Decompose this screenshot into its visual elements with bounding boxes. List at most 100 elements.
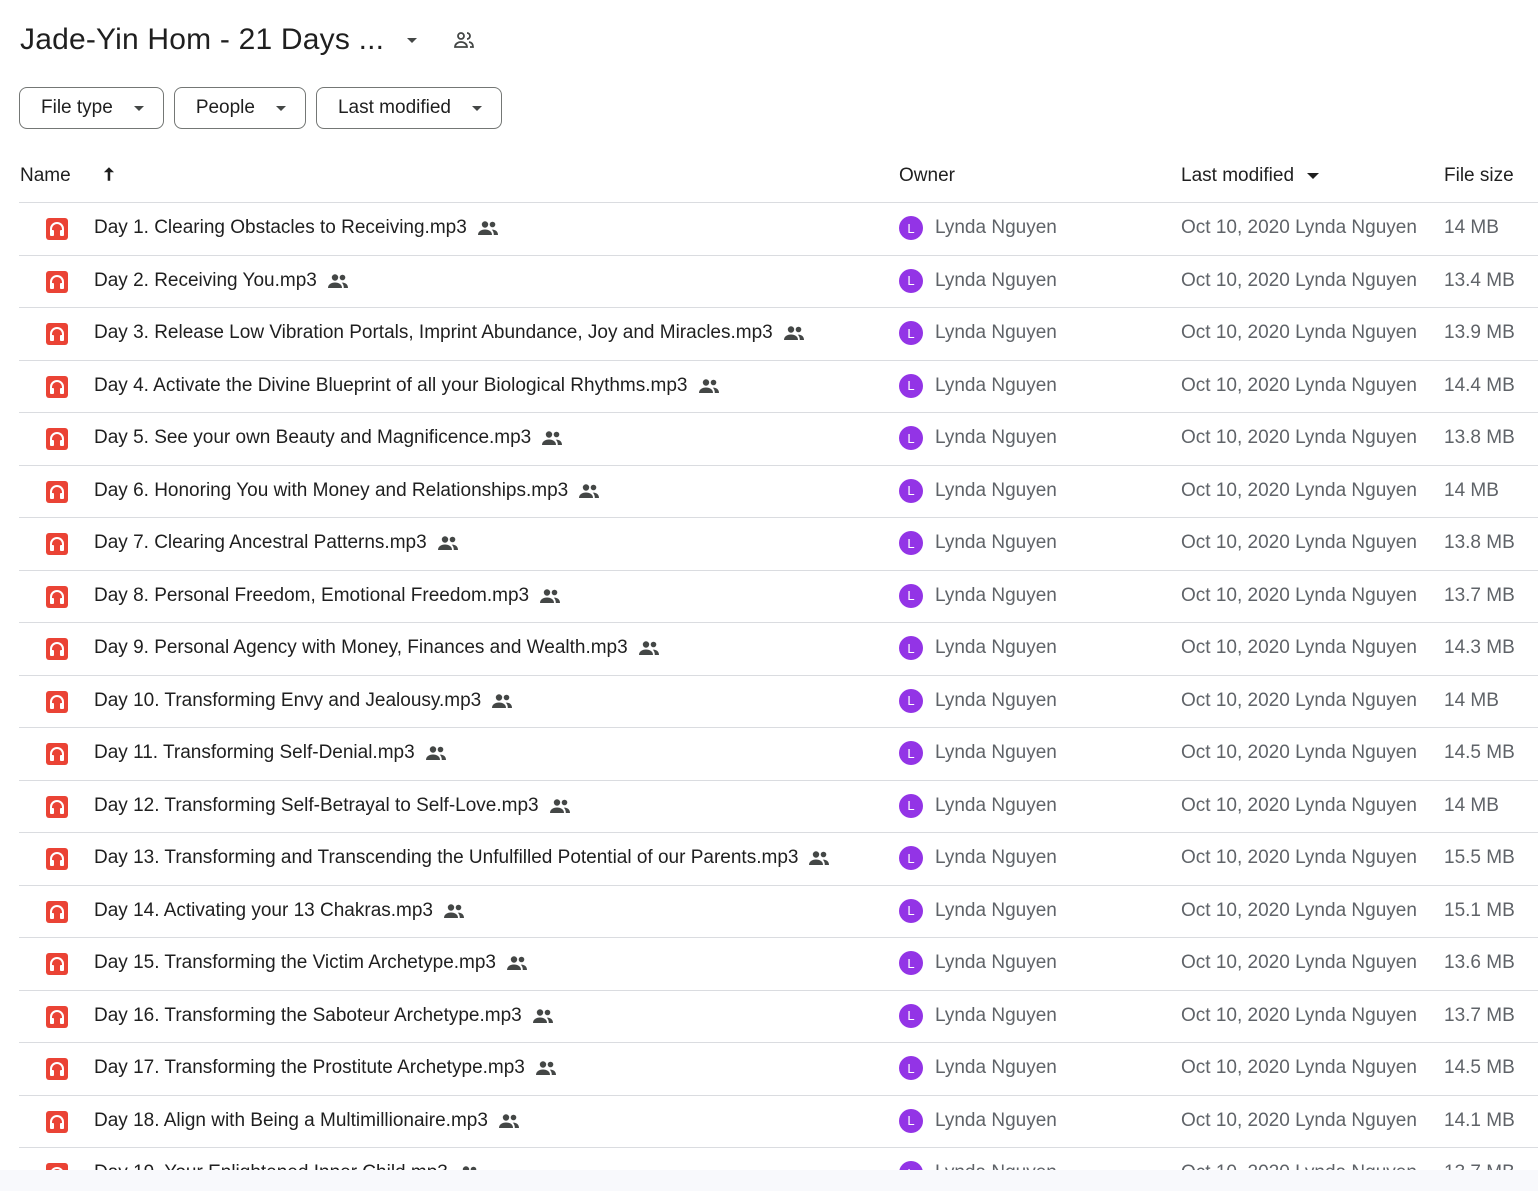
file-row[interactable]: Day 6. Honoring You with Money and Relat… bbox=[19, 464, 1538, 518]
file-name[interactable]: Day 16. Transforming the Saboteur Archet… bbox=[94, 1005, 554, 1027]
audio-file-icon bbox=[46, 743, 68, 765]
shared-people-icon bbox=[542, 431, 563, 445]
filter-label: File type bbox=[41, 97, 113, 118]
owner-name: Lynda Nguyen bbox=[935, 217, 1057, 238]
owner-avatar: L bbox=[899, 426, 923, 450]
owner-avatar: L bbox=[899, 951, 923, 975]
file-name-text: Day 18. Align with Being a Multimilliona… bbox=[94, 1109, 488, 1131]
file-name-text: Day 5. See your own Beauty and Magnifice… bbox=[94, 427, 532, 448]
last-modified-value: Oct 10, 2020 Lynda Nguyen bbox=[1181, 479, 1417, 501]
owner-name: Lynda Nguyen bbox=[935, 584, 1057, 606]
file-name[interactable]: Day 2. Receiving You.mp3 bbox=[94, 270, 349, 292]
last-modified-value: Oct 10, 2020 Lynda Nguyen bbox=[1181, 637, 1417, 658]
shared-people-icon bbox=[809, 851, 830, 865]
audio-file-icon bbox=[46, 375, 68, 398]
file-name[interactable]: Day 11. Transforming Self-Denial.mp3 bbox=[94, 742, 447, 764]
last-modified-value: Oct 10, 2020 Lynda Nguyen bbox=[1181, 1057, 1417, 1078]
file-row[interactable]: Day 7. Clearing Ancestral Patterns.mp3 L L… bbox=[19, 517, 1538, 570]
audio-file-icon bbox=[46, 690, 68, 713]
file-name[interactable]: Day 1. Clearing Obstacles to Receiving.m… bbox=[94, 217, 499, 239]
sort-ascending-icon[interactable] bbox=[98, 163, 120, 185]
file-row[interactable]: Day 3. Release Low Vibration Portals, Im… bbox=[19, 307, 1538, 360]
file-row[interactable]: Day 14. Activating your 13 Chakras.mp3 L L… bbox=[19, 884, 1538, 938]
last-modified-value: Oct 10, 2020 Lynda Nguyen bbox=[1181, 899, 1417, 921]
owner-avatar: L bbox=[899, 793, 923, 818]
file-name-text: Day 13. Transforming and Transcending th… bbox=[94, 847, 799, 868]
file-name[interactable]: Day 8. Personal Freedom, Emotional Freed… bbox=[94, 585, 561, 607]
file-name[interactable]: Day 4. Activate the Divine Blueprint of … bbox=[94, 375, 720, 397]
file-size-value: 13.6 MB bbox=[1444, 952, 1515, 973]
file-name[interactable]: Day 17. Transforming the Prostitute Arch… bbox=[94, 1057, 557, 1079]
last-modified-value: Oct 10, 2020 Lynda Nguyen bbox=[1181, 794, 1417, 816]
owner-avatar: L bbox=[899, 1108, 923, 1133]
last-modified-value: Oct 10, 2020 Lynda Nguyen bbox=[1181, 689, 1417, 711]
file-name[interactable]: Day 9. Personal Agency with Money, Finan… bbox=[94, 637, 660, 659]
last-modified-filter[interactable]: Last modified bbox=[315, 87, 502, 129]
file-size-value: 13.8 MB bbox=[1444, 427, 1515, 448]
people-filter[interactable]: People bbox=[173, 87, 306, 129]
shared-folder-icon[interactable] bbox=[450, 26, 478, 54]
shared-people-icon bbox=[783, 326, 804, 340]
file-name-text: Day 3. Release Low Vibration Portals, Im… bbox=[94, 322, 773, 343]
file-name[interactable]: Day 18. Align with Being a Multimilliona… bbox=[94, 1110, 520, 1132]
file-name-text: Day 16. Transforming the Saboteur Archet… bbox=[94, 1004, 522, 1026]
owner-name: Lynda Nguyen bbox=[935, 794, 1057, 816]
owner-name: Lynda Nguyen bbox=[935, 374, 1057, 396]
shared-people-icon bbox=[532, 1008, 553, 1023]
last-modified-value: Oct 10, 2020 Lynda Nguyen bbox=[1181, 427, 1417, 448]
audio-file-icon bbox=[46, 480, 68, 503]
audio-file-icon bbox=[46, 1110, 68, 1133]
file-row[interactable]: Day 9. Personal Agency with Money, Finan… bbox=[19, 622, 1538, 675]
file-row[interactable]: Day 10. Transforming Envy and Jealousy.m… bbox=[19, 674, 1538, 728]
last-modified-value: Oct 10, 2020 Lynda Nguyen bbox=[1181, 847, 1417, 868]
file-row[interactable]: Day 8. Personal Freedom, Emotional Freed… bbox=[19, 569, 1538, 623]
audio-file-icon bbox=[46, 1058, 68, 1080]
file-row[interactable]: Day 2. Receiving You.mp3 L Lynda Nguyen Oct… bbox=[19, 254, 1538, 308]
audio-file-icon bbox=[46, 270, 68, 293]
owner-name: Lynda Nguyen bbox=[935, 479, 1057, 501]
file-name[interactable]: Day 14. Activating your 13 Chakras.mp3 bbox=[94, 900, 465, 922]
owner-name: Lynda Nguyen bbox=[935, 1004, 1057, 1026]
last-modified-column-header[interactable]: Last modified bbox=[1181, 165, 1294, 187]
file-name[interactable]: Day 3. Release Low Vibration Portals, Im… bbox=[94, 322, 805, 344]
file-size-value: 13.9 MB bbox=[1444, 322, 1515, 343]
sort-caret-down-icon[interactable] bbox=[1306, 171, 1320, 181]
drive-folder-view: Jade-Yin Hom - 21 Days ... File type Peo… bbox=[0, 0, 1538, 1191]
file-row[interactable]: Day 16. Transforming the Saboteur Archet… bbox=[19, 989, 1538, 1043]
file-name[interactable]: Day 7. Clearing Ancestral Patterns.mp3 bbox=[94, 532, 459, 554]
file-name[interactable]: Day 5. See your own Beauty and Magnifice… bbox=[94, 427, 563, 449]
audio-file-icon bbox=[46, 795, 68, 818]
file-type-filter[interactable]: File type bbox=[19, 87, 164, 129]
file-row[interactable]: Day 4. Activate the Divine Blueprint of … bbox=[19, 359, 1538, 413]
owner-avatar: L bbox=[899, 688, 923, 713]
file-name[interactable]: Day 15. Transforming the Victim Archetyp… bbox=[94, 952, 528, 974]
file-row[interactable]: Day 18. Align with Being a Multimilliona… bbox=[19, 1094, 1538, 1148]
owner-avatar: L bbox=[899, 741, 923, 765]
file-row[interactable]: Day 13. Transforming and Transcending th… bbox=[19, 832, 1538, 885]
file-row[interactable]: Day 17. Transforming the Prostitute Arch… bbox=[19, 1042, 1538, 1095]
last-modified-value: Oct 10, 2020 Lynda Nguyen bbox=[1181, 1109, 1417, 1131]
owner-name: Lynda Nguyen bbox=[935, 322, 1057, 343]
file-name[interactable]: Day 13. Transforming and Transcending th… bbox=[94, 847, 830, 869]
folder-menu-caret-icon[interactable] bbox=[400, 28, 424, 52]
file-name[interactable]: Day 10. Transforming Envy and Jealousy.m… bbox=[94, 690, 513, 712]
file-size-value: 14.3 MB bbox=[1444, 637, 1515, 658]
shared-people-icon bbox=[535, 1061, 556, 1075]
file-row[interactable]: Day 1. Clearing Obstacles to Receiving.m… bbox=[19, 202, 1538, 255]
file-name[interactable]: Day 12. Transforming Self-Betrayal to Se… bbox=[94, 795, 571, 817]
shared-people-icon bbox=[579, 483, 600, 498]
owner-column-header[interactable]: Owner bbox=[899, 165, 955, 187]
file-row[interactable]: Day 15. Transforming the Victim Archetyp… bbox=[19, 937, 1538, 990]
owner-name: Lynda Nguyen bbox=[935, 847, 1057, 868]
file-row[interactable]: Day 5. See your own Beauty and Magnifice… bbox=[19, 412, 1538, 465]
file-size-column-header[interactable]: File size bbox=[1444, 165, 1514, 187]
shared-people-icon bbox=[477, 221, 498, 235]
folder-title[interactable]: Jade-Yin Hom - 21 Days ... bbox=[20, 23, 384, 57]
name-column-header[interactable]: Name bbox=[20, 165, 71, 187]
file-row[interactable]: Day 11. Transforming Self-Denial.mp3 L Lyn… bbox=[19, 727, 1538, 780]
file-row[interactable]: Day 12. Transforming Self-Betrayal to Se… bbox=[19, 779, 1538, 833]
file-name[interactable]: Day 6. Honoring You with Money and Relat… bbox=[94, 480, 600, 502]
file-size-value: 14 MB bbox=[1444, 689, 1499, 711]
shared-people-icon bbox=[327, 273, 348, 288]
owner-name: Lynda Nguyen bbox=[935, 1109, 1057, 1131]
